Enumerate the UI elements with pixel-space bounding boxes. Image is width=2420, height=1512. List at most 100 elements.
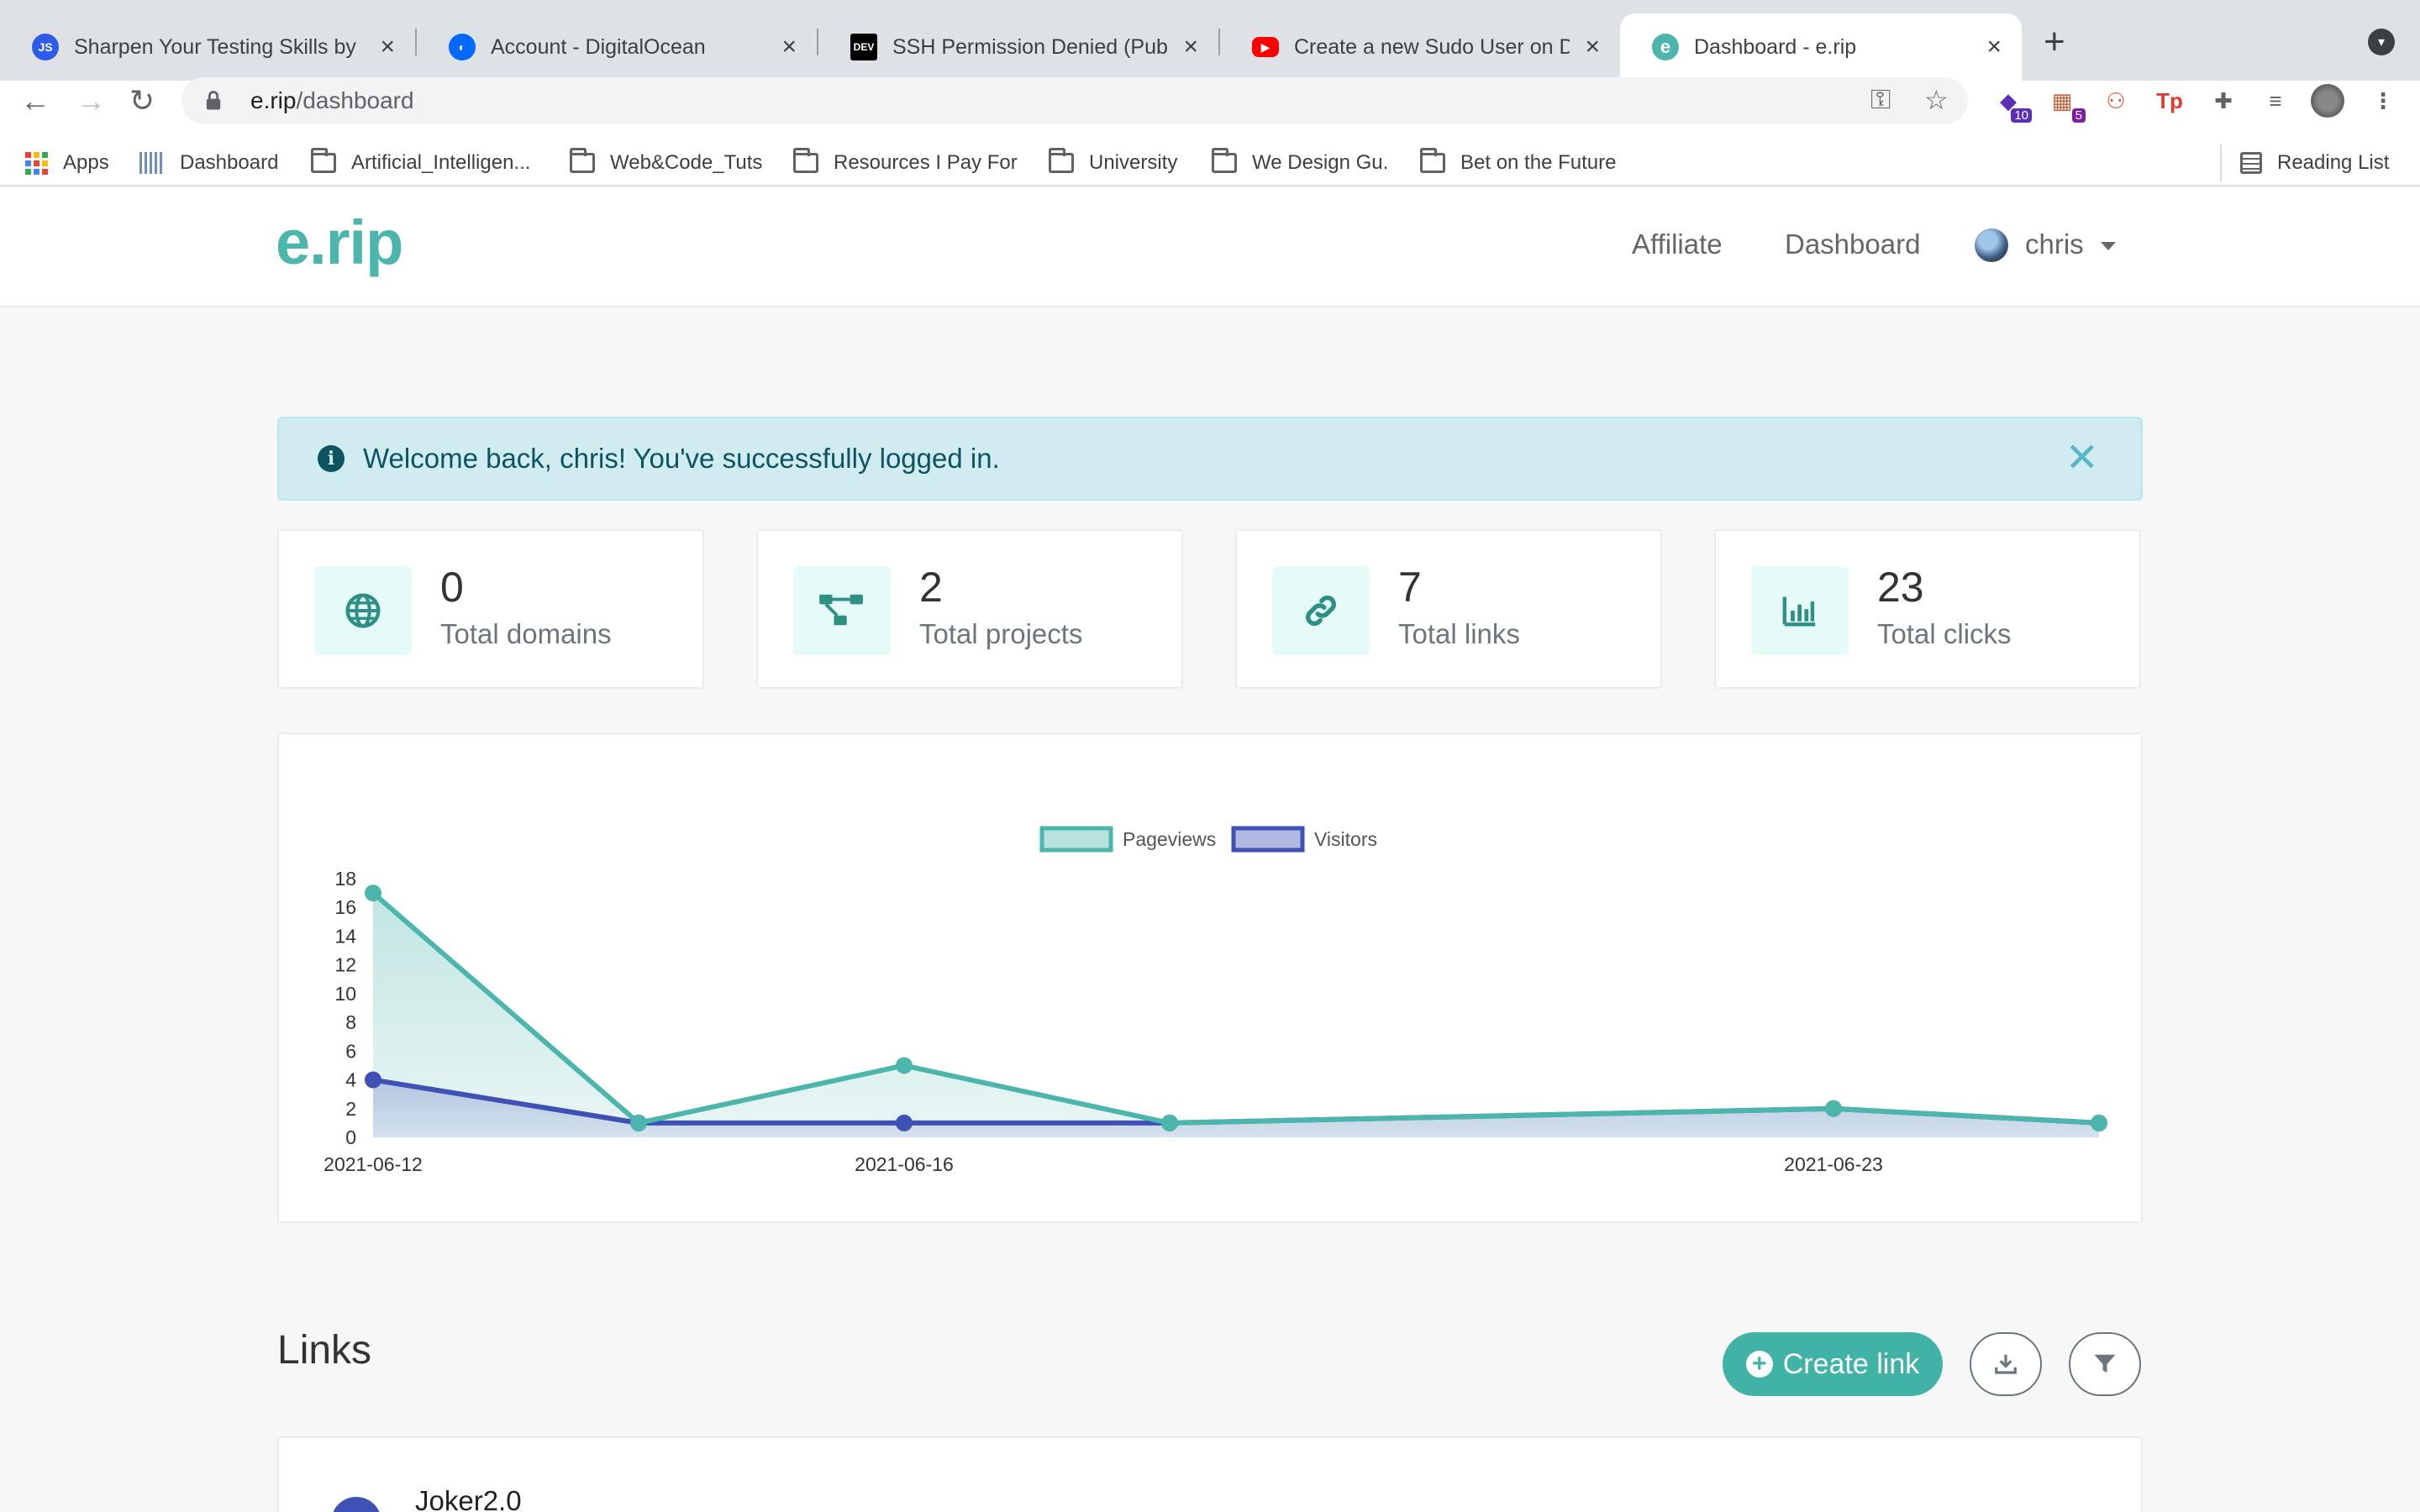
tab-digitalocean[interactable]: ◐ Account - DigitalOcean × (417, 13, 817, 81)
nav-dashboard[interactable]: Dashboard (1785, 228, 1920, 260)
url-text: e.rip/dashboard (250, 87, 414, 113)
data-point-visitors (896, 1114, 913, 1131)
bookmark-label: Bet on the Future (1460, 151, 1617, 174)
forward-icon[interactable]: → (76, 82, 106, 119)
dev-icon: DEV (850, 34, 877, 60)
tp-icon[interactable]: Tp (2153, 84, 2186, 118)
traffic-chart-card: 0 2 4 6 8 10 12 14 16 18 2021-06-12 2021-06-16 2021-… (277, 732, 2143, 1223)
data-point-pageviews (2091, 1114, 2107, 1131)
bookmark-label: University (1089, 151, 1178, 174)
download-button[interactable] (1970, 1332, 2042, 1396)
profile-avatar[interactable] (2311, 84, 2344, 118)
nav-affiliate[interactable]: Affiliate (1632, 228, 1723, 260)
bookmark-dashboard[interactable]: Dashboard (139, 144, 278, 181)
y-tick-label: 2 (345, 1098, 356, 1120)
series-area-pageviews (373, 893, 2099, 1137)
bar-chart-icon (1751, 566, 1849, 655)
y-tick-label: 6 (345, 1040, 356, 1062)
reading-list-button[interactable]: Reading List (2220, 144, 2389, 181)
bookmark-folder-ai[interactable]: Artificial_Intelligen... (311, 144, 530, 181)
stat-value: 0 (440, 564, 464, 611)
tab-dashboard-erip[interactable]: e Dashboard - e.rip × (1620, 13, 2022, 81)
y-tick-label: 12 (334, 954, 356, 976)
reading-list-label: Reading List (2277, 151, 2390, 174)
brand-logo[interactable]: e.rip (276, 207, 403, 278)
folder-icon (793, 148, 818, 173)
bookmark-folder-university[interactable]: University (1049, 144, 1177, 181)
tab-title: Sharpen Your Testing Skills by (74, 34, 356, 59)
plus-circle-icon: + (1745, 1351, 1773, 1378)
x-tick-label: 2021-06-23 (1784, 1153, 1883, 1175)
erip-icon: e (1652, 34, 1679, 60)
stat-card-links: 7 Total links (1235, 529, 1662, 689)
bookmark-folder-wedesign[interactable]: We Design Gu. (1212, 144, 1388, 181)
x-tick-label: 2021-06-16 (855, 1153, 954, 1175)
apps-grid-icon (25, 151, 48, 175)
bookmark-apps[interactable]: Apps (25, 144, 109, 181)
bookmark-folder-future[interactable]: Bet on the Future (1420, 144, 1616, 181)
tab-close-icon[interactable]: × (380, 34, 395, 60)
tab-close-icon[interactable]: × (1183, 34, 1198, 60)
filter-button[interactable] (2069, 1332, 2141, 1396)
lock-icon (206, 91, 221, 110)
y-tick-label: 14 (334, 925, 356, 947)
close-icon[interactable]: ✕ (2065, 438, 2099, 479)
address-bar[interactable]: e.rip/dashboard (182, 77, 1968, 124)
bookmark-folder-webcode[interactable]: Web&Code_Tuts (570, 144, 762, 181)
stat-value: 23 (1877, 564, 1924, 611)
media-icon[interactable]: ≡ (2259, 84, 2292, 118)
sitemap-icon[interactable]: ⚇ (2099, 84, 2133, 118)
graduation-cap-icon[interactable]: ◆ 10 (1991, 84, 2032, 123)
user-avatar[interactable] (1975, 228, 2008, 262)
data-point-pageviews (630, 1114, 647, 1131)
link-list-item[interactable]: Joker2.0 (277, 1436, 2143, 1512)
tab-ssh-permission[interactable]: DEV SSH Permission Denied (Public × (818, 13, 1218, 81)
bookmark-folder-resources[interactable]: Resources I Pay For (793, 144, 1018, 181)
create-link-button[interactable]: + Create link (1723, 1332, 1943, 1396)
series-line-pageviews (371, 890, 2100, 1126)
puzzle-icon[interactable]: ✚ (2207, 84, 2240, 118)
tab-close-icon[interactable]: × (781, 34, 797, 60)
data-point-pageviews (1161, 1114, 1178, 1131)
data-point-visitors (365, 1071, 381, 1089)
filter-icon (2094, 1354, 2116, 1373)
stat-card-projects: 2 Total projects (756, 529, 1183, 689)
chevron-down-icon[interactable] (2101, 242, 2116, 250)
bookmark-star-icon[interactable]: ☆ (1924, 84, 1949, 116)
reload-icon[interactable]: ↻ (129, 82, 155, 119)
back-icon[interactable]: ← (20, 82, 50, 119)
bookmark-label: We Design Gu. (1252, 151, 1389, 174)
menu-kebab-icon[interactable]: ⋮ (2366, 84, 2400, 118)
bookmark-label: Apps (63, 151, 109, 174)
folder-icon (311, 148, 336, 173)
y-tick-label: 10 (334, 983, 356, 1005)
traffic-chart: 0 2 4 6 8 10 12 14 16 18 2021-06-12 2021-06-16 2021-… (324, 826, 2107, 1175)
bookmark-label: Resources I Pay For (834, 151, 1018, 174)
youtube-icon: ▶ (1252, 37, 1279, 57)
folder-icon (570, 148, 595, 173)
extension-badge-icon[interactable]: ▦ 5 (2045, 84, 2086, 123)
reading-list-icon (2240, 152, 2262, 174)
tab-close-icon[interactable]: × (1986, 34, 2002, 60)
info-icon: i (318, 445, 345, 472)
bookmark-label: Artificial_Intelligen... (351, 151, 531, 174)
data-point-pageviews (365, 885, 381, 902)
link-avatar (331, 1497, 381, 1512)
js-icon: JS (32, 34, 59, 60)
globe-icon (314, 566, 412, 655)
data-point-pageviews (1825, 1100, 1842, 1117)
user-menu-label[interactable]: chris (2025, 228, 2084, 260)
tab-sharpen-testing[interactable]: JS Sharpen Your Testing Skills by × (0, 13, 415, 81)
link-name: Joker2.0 (415, 1485, 522, 1512)
tab-search-icon[interactable]: ▾ (2368, 29, 2395, 55)
tab-sudo-user[interactable]: ▶ Create a new Sudo User on Dig × (1220, 13, 1620, 81)
key-icon[interactable]: ⚿ (1870, 84, 1891, 116)
legend-swatch-pageviews (1039, 826, 1113, 853)
stat-label: Total links (1398, 618, 1520, 649)
data-point-pageviews (896, 1057, 913, 1074)
y-tick-label: 8 (345, 1011, 356, 1033)
new-tab-button[interactable]: + (2044, 20, 2065, 64)
stat-label: Total domains (440, 618, 612, 649)
stat-label: Total clicks (1877, 618, 2012, 649)
tab-close-icon[interactable]: × (1585, 34, 1600, 60)
